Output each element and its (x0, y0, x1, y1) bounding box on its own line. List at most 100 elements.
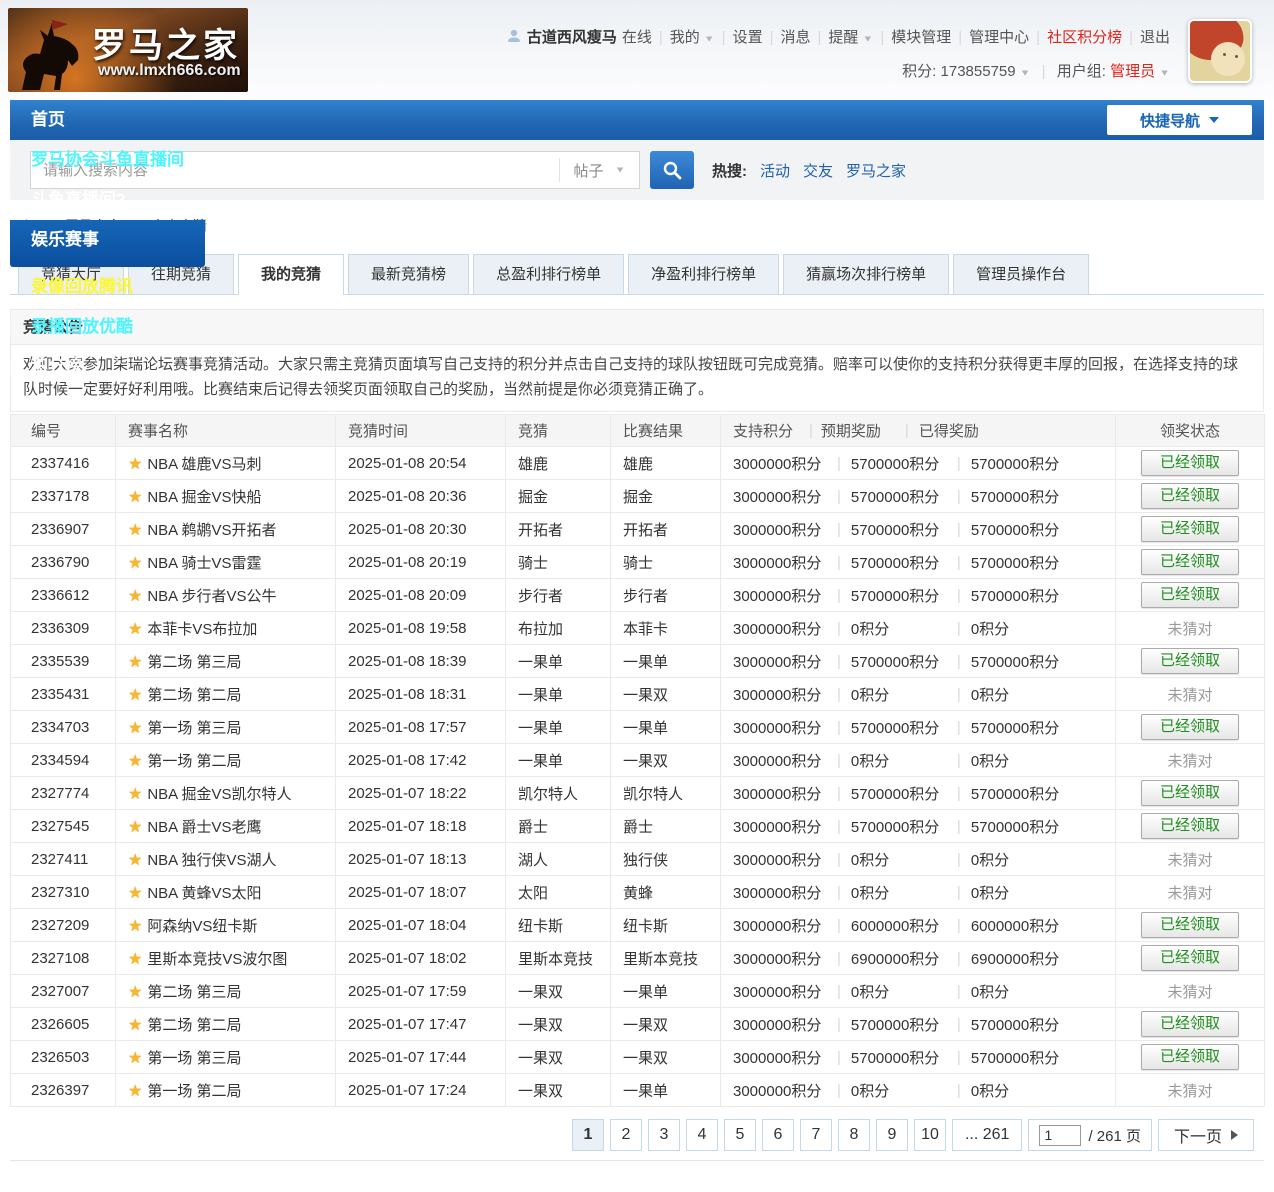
claim-status-button[interactable]: 已经领取 (1141, 780, 1239, 806)
table-row: 2327310★NBA 黄蜂VS太阳2025-01-07 18:07太阳黄蜂30… (11, 876, 1265, 909)
claim-status-button[interactable]: 已经领取 (1141, 1044, 1239, 1070)
claim-status-button[interactable]: 已经领取 (1141, 714, 1239, 740)
claim-status-button[interactable]: 已经领取 (1141, 450, 1239, 476)
page-button-last[interactable]: ... 261 (952, 1119, 1022, 1151)
chevron-down-icon[interactable]: ▼ (862, 34, 873, 44)
tab-3[interactable]: 最新竞猜榜 (348, 254, 469, 294)
page-button-4[interactable]: 4 (686, 1119, 718, 1151)
header-menu-item-1[interactable]: 设置 (733, 29, 763, 46)
header-menu-item-0[interactable]: 我的 (670, 29, 700, 46)
tab-2[interactable]: 我的竞猜 (238, 254, 344, 295)
tab-4[interactable]: 总盈利排行榜单 (473, 254, 624, 294)
nav-item-3[interactable]: 娱乐赛事 (10, 220, 205, 267)
page-jump-input[interactable] (1039, 1125, 1081, 1146)
star-icon: ★ (128, 984, 142, 1001)
bet-id: 2326503 (11, 1041, 116, 1074)
nav-item-4[interactable]: 录像回放腾讯 (10, 267, 205, 307)
header-menu-item-7[interactable]: 退出 (1140, 29, 1170, 46)
bet-time: 2025-01-07 18:18 (336, 810, 506, 843)
bet-time: 2025-01-08 20:36 (336, 480, 506, 513)
chevron-down-icon[interactable]: ▼ (1159, 68, 1170, 78)
bet-id: 2327007 (11, 975, 116, 1008)
table-row: 2326397★第一场 第二局2025-01-07 17:24一果双一果单300… (11, 1074, 1265, 1107)
hot-search-label: 热搜: (712, 160, 747, 181)
header-menu-item-5[interactable]: 管理中心 (969, 29, 1029, 46)
bet-pick: 骑士 (506, 546, 611, 579)
star-icon: ★ (128, 852, 142, 869)
nav-item-6[interactable]: 积分榜 (10, 347, 205, 387)
content-bottom-divider (10, 1160, 1264, 1161)
match-result: 一果双 (611, 1041, 721, 1074)
next-page-button[interactable]: 下一页 (1158, 1119, 1254, 1151)
page-button-5[interactable]: 5 (724, 1119, 756, 1151)
claim-status: 未猜对 (1116, 1074, 1265, 1107)
claim-status: 已经领取 (1116, 909, 1265, 942)
star-icon: ★ (128, 951, 142, 968)
hot-search-link-2[interactable]: 罗马之家 (846, 163, 906, 180)
bet-pick: 开拓者 (506, 513, 611, 546)
claim-status-button[interactable]: 已经领取 (1141, 582, 1239, 608)
points-cell: 3000000积分|5700000积分|5700000积分 (721, 711, 1116, 744)
bet-time: 2025-01-07 17:47 (336, 1008, 506, 1041)
nav-item-5[interactable]: 录播回放优酷 (10, 307, 205, 347)
table-row: 2336309★本菲卡VS布拉加2025-01-08 19:58布拉加本菲卡30… (11, 612, 1265, 645)
usergroup-label: 用户组: (1057, 63, 1106, 80)
hot-search-link-0[interactable]: 活动 (760, 163, 790, 180)
match-result: 里斯本竞技 (611, 942, 721, 975)
bet-id: 2336612 (11, 579, 116, 612)
page-button-2[interactable]: 2 (610, 1119, 642, 1151)
hot-search-link-1[interactable]: 交友 (803, 163, 833, 180)
search-button[interactable] (650, 151, 694, 189)
points-cell: 3000000积分|5700000积分|5700000积分 (721, 1041, 1116, 1074)
claim-status: 已经领取 (1116, 777, 1265, 810)
header-menu-item-3[interactable]: 提醒 (828, 29, 858, 46)
match-name: ★第二场 第二局 (116, 1008, 336, 1041)
match-name: ★本菲卡VS布拉加 (116, 612, 336, 645)
header-menu-item-4[interactable]: 模块管理 (891, 29, 951, 46)
star-icon: ★ (128, 654, 142, 671)
online-status: 在线 (622, 29, 652, 46)
chevron-down-icon[interactable]: ▼ (1020, 68, 1031, 78)
page-button-6[interactable]: 6 (762, 1119, 794, 1151)
tab-5[interactable]: 净盈利排行榜单 (628, 254, 779, 294)
header-menu-item-2[interactable]: 消息 (780, 29, 810, 46)
claim-status-button[interactable]: 已经领取 (1141, 549, 1239, 575)
tab-6[interactable]: 猜赢场次排行榜单 (783, 254, 949, 294)
claim-status-button[interactable]: 已经领取 (1141, 516, 1239, 542)
chevron-down-icon[interactable]: ▼ (704, 34, 715, 44)
claim-status-button[interactable]: 已经领取 (1141, 912, 1239, 938)
missed-status-text: 未猜对 (1167, 852, 1212, 869)
header-menu-item-6[interactable]: 社区积分榜 (1047, 29, 1122, 46)
page-button-7[interactable]: 7 (800, 1119, 832, 1151)
table-row: 2335539★第二场 第三局2025-01-08 18:39一果单一果单300… (11, 645, 1265, 678)
claim-status-button[interactable]: 已经领取 (1141, 483, 1239, 509)
claim-status: 未猜对 (1116, 876, 1265, 909)
bet-id: 2337416 (11, 447, 116, 480)
nav-item-2[interactable]: 斗鱼直播间2 (10, 180, 205, 220)
avatar[interactable] (1188, 19, 1252, 83)
claim-status-button[interactable]: 已经领取 (1141, 945, 1239, 971)
username-link[interactable]: 古道西风瘦马 (527, 29, 617, 46)
nav-item-1[interactable]: 罗马协会斗鱼直播间 (10, 140, 205, 180)
page-button-8[interactable]: 8 (838, 1119, 870, 1151)
bet-id: 2327411 (11, 843, 116, 876)
bet-pick: 雄鹿 (506, 447, 611, 480)
claim-status: 已经领取 (1116, 942, 1265, 975)
search-type-dropdown[interactable]: 帖子 ▼ (559, 158, 639, 182)
tab-7[interactable]: 管理员操作台 (953, 254, 1089, 294)
page-button-9[interactable]: 9 (876, 1119, 908, 1151)
bet-time: 2025-01-08 20:19 (336, 546, 506, 579)
page-button-10[interactable]: 10 (914, 1119, 946, 1151)
page-button-1[interactable]: 1 (572, 1119, 604, 1151)
claim-status-button[interactable]: 已经领取 (1141, 1011, 1239, 1037)
usergroup-value[interactable]: 管理员 (1110, 63, 1155, 80)
table-header-row: 编号赛事名称竞猜时间竞猜比赛结果支持积分|预期奖励|已得奖励领奖状态 (11, 415, 1265, 447)
page-button-3[interactable]: 3 (648, 1119, 680, 1151)
points-value[interactable]: 173855759 (941, 63, 1016, 80)
nav-item-0[interactable]: 首页 (10, 100, 205, 140)
site-logo[interactable]: 罗马之家 www.lmxh666.com (8, 8, 248, 92)
claim-status-button[interactable]: 已经领取 (1141, 813, 1239, 839)
bet-time: 2025-01-08 18:39 (336, 645, 506, 678)
claim-status-button[interactable]: 已经领取 (1141, 648, 1239, 674)
quick-nav-button[interactable]: 快捷导航 (1107, 105, 1252, 135)
